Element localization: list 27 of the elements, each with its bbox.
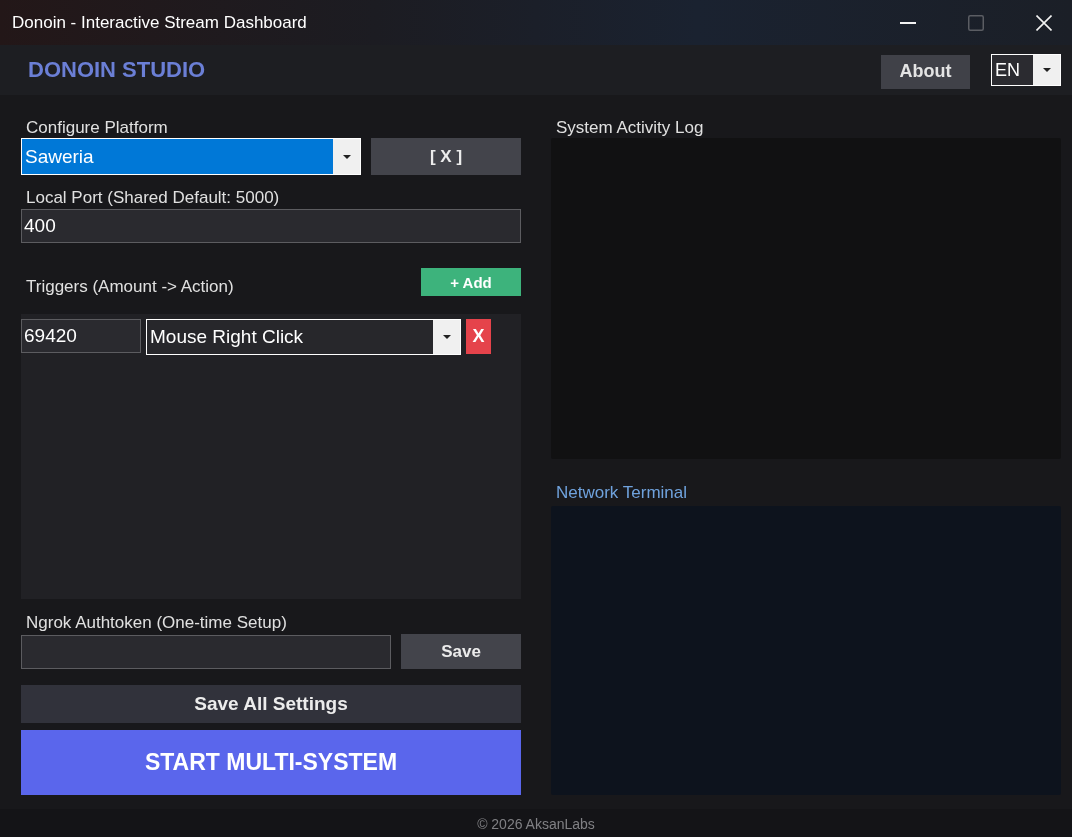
triggers-label: Triggers (Amount -> Action) [25,277,235,297]
caret-icon [1042,68,1051,72]
port-label: Local Port (Shared Default: 5000) [25,188,280,208]
window-title: Donoin - Interactive Stream Dashboard [11,12,308,33]
brand-title: DONOIN STUDIO [28,57,207,83]
delete-trigger-button[interactable]: X [466,319,491,354]
authtoken-input[interactable] [21,635,391,669]
minimize-icon [900,21,916,24]
about-button[interactable]: About [881,54,970,89]
caret-icon [442,335,451,339]
language-select[interactable]: EN [991,54,1061,86]
save-token-button[interactable]: Save [401,634,521,669]
copyright-text: © 2026 AksanLabs [477,815,595,832]
start-button[interactable]: START MULTI-SYSTEM [21,730,521,795]
activity-log-label: System Activity Log [555,118,704,138]
platform-select[interactable]: Saweria [21,138,361,175]
save-all-settings-button[interactable]: Save All Settings [21,685,521,723]
port-input[interactable]: 400 [21,209,521,243]
close-icon [1036,14,1052,31]
amount-input[interactable]: 69420 [21,319,141,353]
clear-button[interactable]: [ X ] [371,138,521,175]
maximize-icon [968,14,984,31]
caret-icon [342,154,351,159]
terminal-label: Network Terminal [555,483,687,503]
ngrok-label: Ngrok Authtoken (One-time Setup) [25,613,287,633]
platform-label: Configure Platform [25,118,168,138]
action-select[interactable]: Mouse Right Click [146,319,461,355]
